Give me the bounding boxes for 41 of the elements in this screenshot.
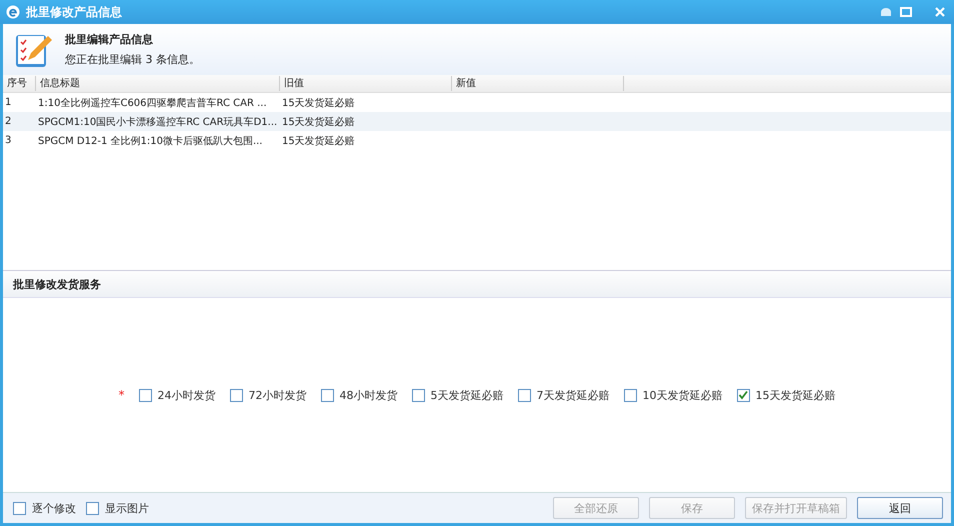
checkbox-label: 7天发货延必赔 (536, 388, 610, 402)
table-cell-text: 1:10全比例遥控车C606四驱攀爬吉普车RC CAR ... (37, 96, 268, 110)
checkbox[interactable] (624, 388, 636, 402)
checkbox[interactable] (230, 388, 242, 402)
checkbox-label: 显示图片 (105, 500, 149, 516)
table-cell-text: 3 (4, 135, 12, 146)
column-header[interactable]: 旧值 (280, 76, 452, 91)
table-cell-text: 15天发货延必赔 (281, 134, 356, 148)
footer-button[interactable]: 返回 (857, 497, 943, 519)
table-cell-text: 1 (4, 97, 12, 108)
column-header[interactable]: 序号 (3, 76, 36, 91)
header-subtitle: 您正在批里编辑 3 条信息。 (65, 52, 200, 67)
checkbox[interactable] (13, 502, 26, 514)
required-mark: * (118, 388, 124, 402)
checkbox[interactable] (412, 388, 424, 402)
checkbox-label: 15天发货延必赔 (756, 388, 836, 402)
minimize-icon[interactable] (878, 5, 894, 19)
checkbox[interactable] (86, 502, 99, 514)
window-title: 批里修改产品信息 (26, 4, 123, 20)
checkbox[interactable] (138, 388, 152, 402)
table-cell-text: 2 (4, 116, 12, 127)
column-header[interactable]: 新值 (452, 76, 624, 91)
app-logo-icon (6, 5, 20, 19)
checkbox[interactable] (518, 388, 530, 402)
header-title: 批里编辑产品信息 (65, 32, 154, 47)
column-header[interactable]: 信息标题 (36, 76, 280, 91)
checkbox-label: 5天发货延必赔 (430, 388, 504, 402)
checkbox-label: 逐个修改 (32, 500, 76, 516)
checkbox-label: 24小时发货 (158, 388, 216, 402)
checkbox-label: 48小时发货 (340, 388, 398, 402)
section-title: 批里修改发货服务 (3, 271, 951, 298)
checkbox[interactable] (736, 388, 750, 402)
table-cell-text: SPGCM D12-1 全比例1:10微卡后驱低趴大包围... (37, 134, 264, 148)
checkbox[interactable] (320, 388, 334, 402)
checkbox-label: 72小时发货 (248, 388, 306, 402)
checkbox-label: 10天发货延必赔 (642, 388, 722, 402)
close-icon[interactable] (932, 5, 948, 19)
table-cell-text: 15天发货延必赔 (281, 116, 356, 128)
table-cell-text: SPGCM1:10国民小卡漂移遥控车RC CAR玩具车D1... (37, 116, 278, 128)
maximize-icon[interactable] (898, 5, 914, 19)
table-cell-text: 15天发货延必赔 (281, 96, 356, 110)
